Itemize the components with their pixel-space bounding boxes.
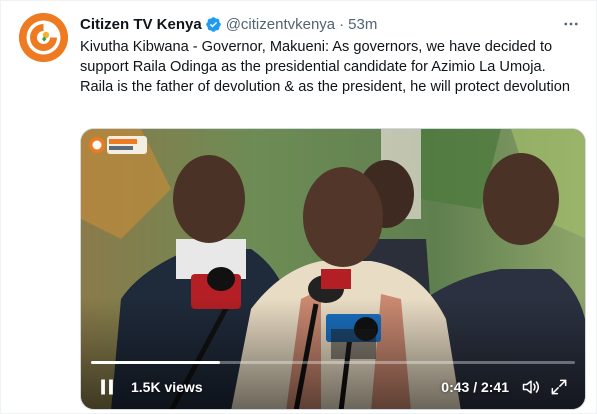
view-count: 1.5K views: [131, 379, 203, 395]
avatar[interactable]: [19, 13, 68, 62]
verified-badge-icon: [205, 16, 222, 33]
timestamp[interactable]: 53m: [348, 16, 377, 33]
pause-button[interactable]: [93, 373, 121, 401]
tweet-text: Kivutha Kibwana - Governor, Makueni: As …: [80, 39, 570, 95]
volume-button[interactable]: [517, 373, 545, 401]
tweet-header: Citizen TV Kenya @citizentvkenya · 53m: [80, 13, 582, 35]
tweet-card[interactable]: Citizen TV Kenya @citizentvkenya · 53m K…: [0, 0, 597, 414]
video-controls: 1.5K views 0:43 / 2:41: [81, 365, 585, 409]
fullscreen-icon: [551, 379, 567, 395]
user-handle[interactable]: @citizentvkenya: [226, 16, 335, 33]
pause-icon: [101, 379, 113, 395]
citizen-tv-logo-icon: [19, 13, 68, 62]
video-timecode: 0:43 / 2:41: [441, 379, 509, 395]
display-name[interactable]: Citizen TV Kenya: [80, 16, 202, 33]
video-progress-fill: [91, 361, 221, 364]
citizen-digital-watermark: [87, 133, 149, 157]
more-options-icon[interactable]: [560, 13, 582, 35]
volume-icon: [522, 380, 540, 394]
video-player[interactable]: 1.5K views 0:43 / 2:41: [80, 128, 586, 410]
video-progress-bar[interactable]: [91, 361, 575, 364]
separator-dot: ·: [339, 15, 345, 33]
fullscreen-button[interactable]: [545, 373, 573, 401]
